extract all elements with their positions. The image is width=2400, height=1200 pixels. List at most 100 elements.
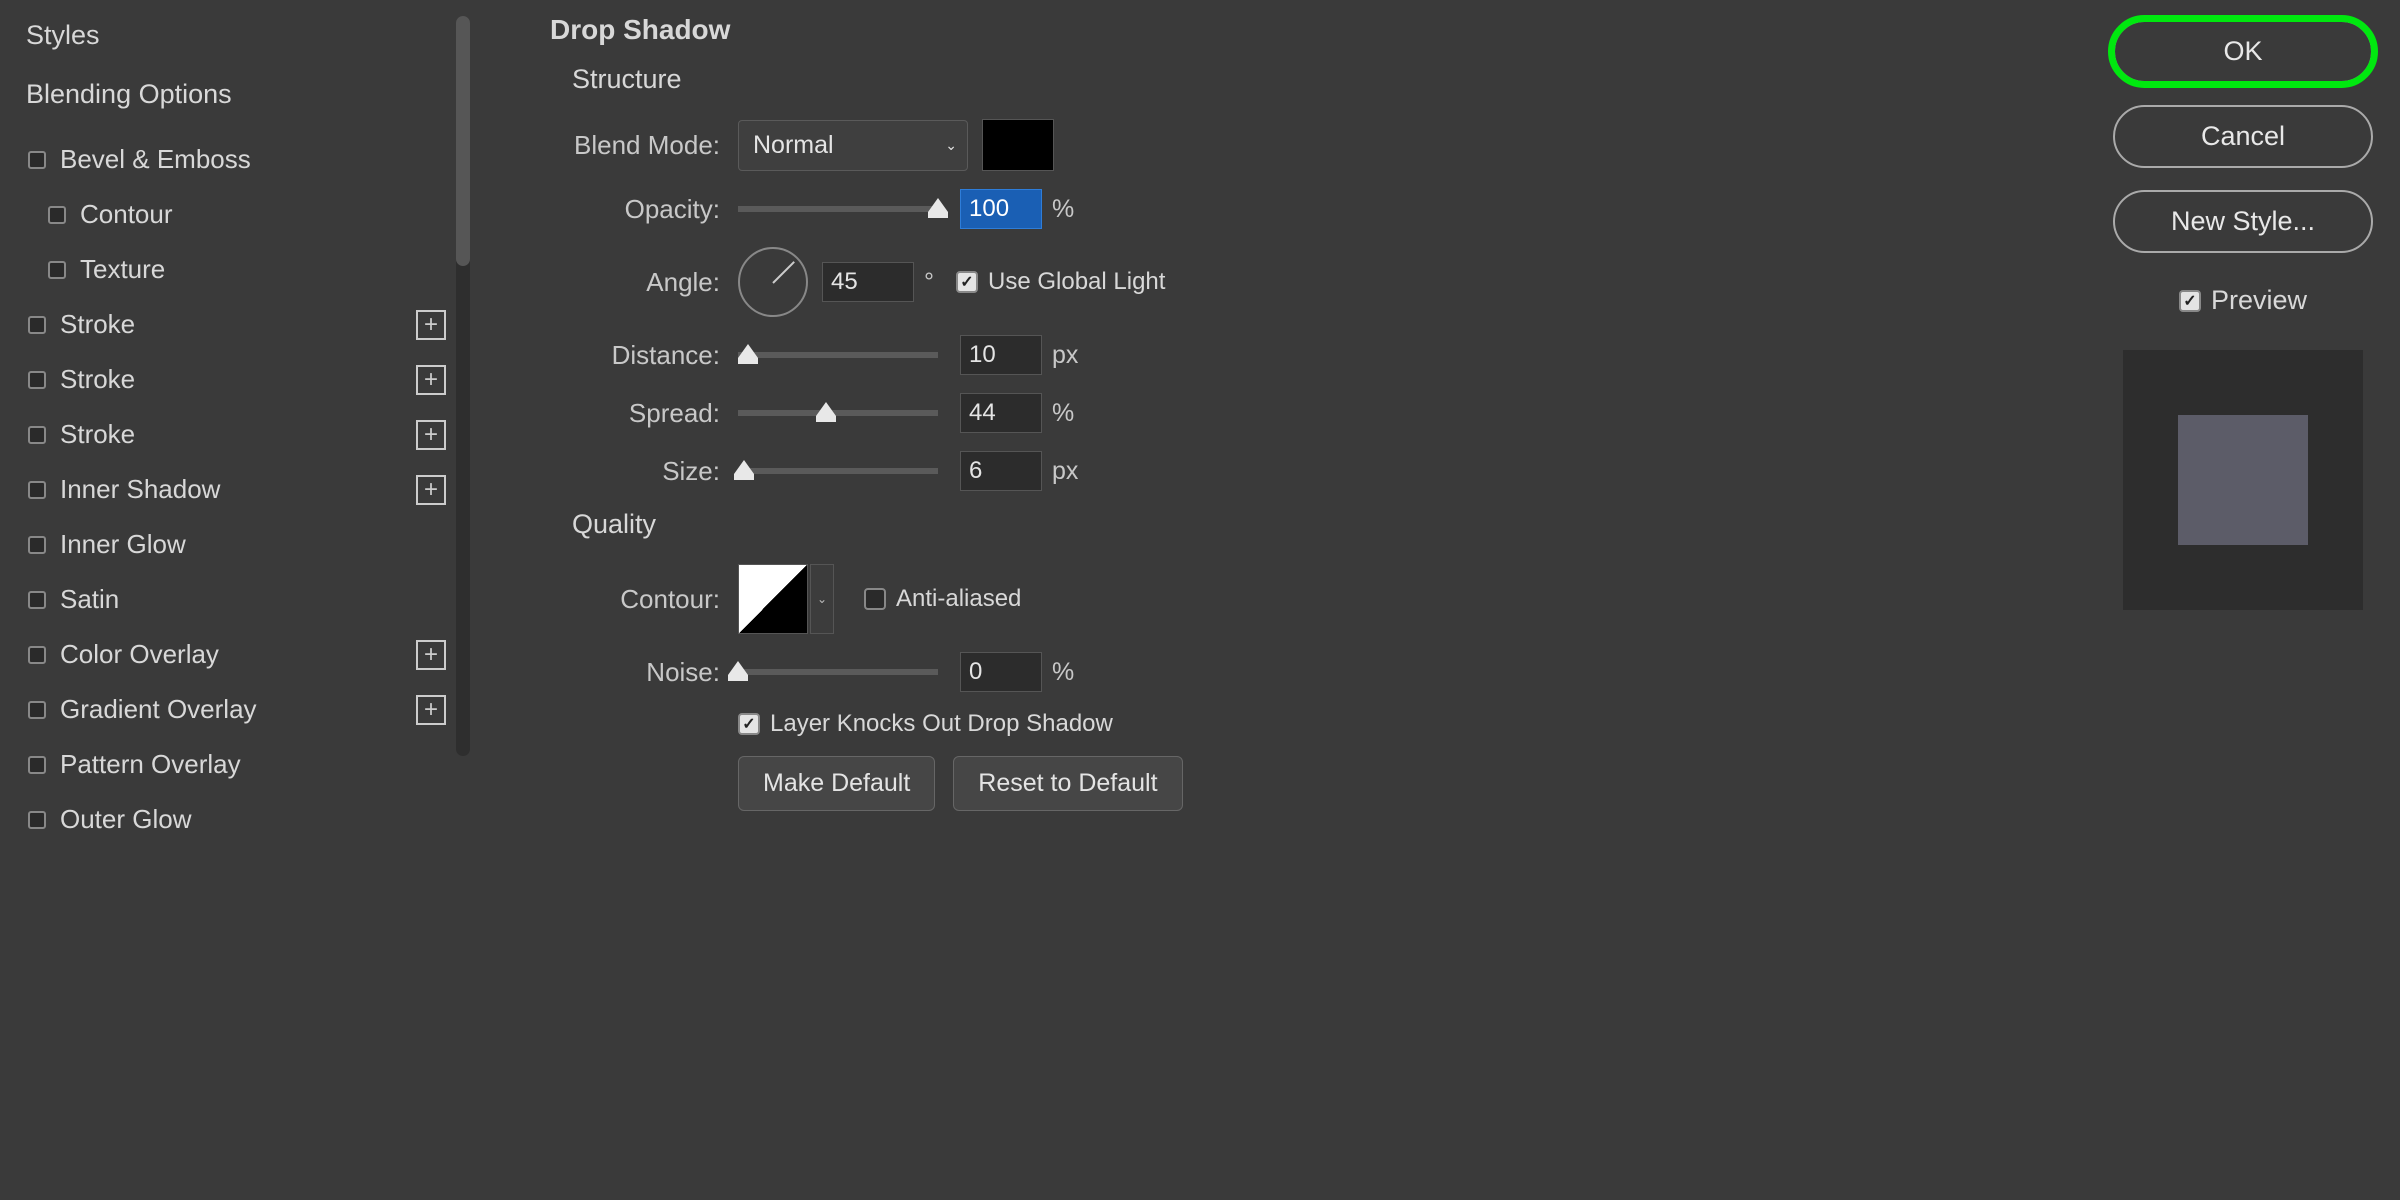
style-checkbox[interactable] (28, 371, 46, 389)
blend-mode-select[interactable]: Normal ⌄ (738, 120, 968, 171)
style-checkbox[interactable] (48, 261, 66, 279)
make-default-button[interactable]: Make Default (738, 756, 935, 811)
style-item-texture[interactable]: Texture (20, 242, 460, 297)
style-checkbox[interactable] (48, 206, 66, 224)
noise-input[interactable] (960, 652, 1042, 692)
noise-slider[interactable] (738, 669, 938, 675)
opacity-slider[interactable] (738, 206, 938, 212)
style-label: Stroke (60, 364, 416, 395)
use-global-light-checkbox[interactable] (956, 271, 978, 293)
new-style-button[interactable]: New Style... (2113, 190, 2373, 253)
cancel-button[interactable]: Cancel (2113, 105, 2373, 168)
add-effect-button[interactable]: + (416, 695, 446, 725)
style-label: Pattern Overlay (60, 749, 452, 780)
add-effect-button[interactable]: + (416, 365, 446, 395)
anti-aliased-label: Anti-aliased (896, 585, 1021, 613)
distance-input[interactable] (960, 335, 1042, 375)
sidebar-scrollbar[interactable] (456, 16, 470, 756)
slider-thumb[interactable] (738, 344, 758, 364)
style-checkbox[interactable] (28, 426, 46, 444)
reset-default-button[interactable]: Reset to Default (953, 756, 1182, 811)
slider-thumb[interactable] (728, 661, 748, 681)
angle-label: Angle: (550, 267, 720, 298)
shadow-color-swatch[interactable] (982, 119, 1054, 171)
style-label: Color Overlay (60, 639, 416, 670)
style-item-satin[interactable]: Satin (20, 572, 460, 627)
angle-input[interactable] (822, 262, 914, 302)
style-item-bevel-emboss[interactable]: Bevel & Emboss (20, 132, 460, 187)
style-item-contour[interactable]: Contour (20, 187, 460, 242)
style-item-inner-shadow[interactable]: Inner Shadow+ (20, 462, 460, 517)
slider-thumb[interactable] (816, 402, 836, 422)
dialog-actions: OK Cancel New Style... Preview (2100, 0, 2400, 1200)
use-global-light-label: Use Global Light (988, 268, 1165, 296)
scrollbar-thumb[interactable] (456, 16, 470, 266)
chevron-down-icon: ⌄ (945, 137, 957, 154)
percent-unit: % (1052, 658, 1074, 687)
style-label: Gradient Overlay (60, 694, 416, 725)
px-unit: px (1052, 457, 1078, 486)
structure-heading: Structure (572, 64, 2070, 95)
style-checkbox[interactable] (28, 151, 46, 169)
percent-unit: % (1052, 399, 1074, 428)
style-item-color-overlay[interactable]: Color Overlay+ (20, 627, 460, 682)
knockout-checkbox[interactable] (738, 713, 760, 735)
contour-label: Contour: (550, 584, 720, 615)
noise-label: Noise: (550, 657, 720, 688)
angle-dial[interactable] (738, 247, 808, 317)
style-checkbox[interactable] (28, 701, 46, 719)
style-checkbox[interactable] (28, 591, 46, 609)
panel-title: Drop Shadow (550, 14, 2070, 46)
knockout-label: Layer Knocks Out Drop Shadow (770, 710, 1113, 738)
style-label: Stroke (60, 419, 416, 450)
style-label: Outer Glow (60, 804, 452, 835)
style-checkbox[interactable] (28, 811, 46, 829)
style-label: Stroke (60, 309, 416, 340)
style-checkbox[interactable] (28, 756, 46, 774)
style-item-stroke[interactable]: Stroke+ (20, 352, 460, 407)
ok-button[interactable]: OK (2113, 20, 2373, 83)
style-item-stroke[interactable]: Stroke+ (20, 407, 460, 462)
style-checkbox[interactable] (28, 536, 46, 554)
contour-swatch[interactable] (738, 564, 808, 634)
style-checkbox[interactable] (28, 316, 46, 334)
style-label: Contour (80, 199, 452, 230)
opacity-input[interactable] (960, 189, 1042, 229)
blend-mode-label: Blend Mode: (550, 130, 720, 161)
style-label: Inner Shadow (60, 474, 416, 505)
percent-unit: % (1052, 195, 1074, 224)
blend-mode-value: Normal (753, 131, 834, 160)
distance-label: Distance: (550, 340, 720, 371)
size-input[interactable] (960, 451, 1042, 491)
contour-dropdown[interactable]: ⌄ (810, 564, 834, 634)
style-item-inner-glow[interactable]: Inner Glow (20, 517, 460, 572)
degree-unit: ° (924, 268, 934, 297)
anti-aliased-checkbox[interactable] (864, 588, 886, 610)
blending-options-header[interactable]: Blending Options (26, 79, 460, 110)
add-effect-button[interactable]: + (416, 640, 446, 670)
px-unit: px (1052, 341, 1078, 370)
style-item-pattern-overlay[interactable]: Pattern Overlay (20, 737, 460, 792)
style-checkbox[interactable] (28, 481, 46, 499)
opacity-label: Opacity: (550, 194, 720, 225)
style-label: Bevel & Emboss (60, 144, 452, 175)
add-effect-button[interactable]: + (416, 475, 446, 505)
spread-input[interactable] (960, 393, 1042, 433)
style-label: Inner Glow (60, 529, 452, 560)
slider-thumb[interactable] (928, 198, 948, 218)
spread-slider[interactable] (738, 410, 938, 416)
style-item-stroke[interactable]: Stroke+ (20, 297, 460, 352)
add-effect-button[interactable]: + (416, 310, 446, 340)
spread-label: Spread: (550, 398, 720, 429)
preview-swatch (2178, 415, 2308, 545)
style-label: Satin (60, 584, 452, 615)
style-item-outer-glow[interactable]: Outer Glow (20, 792, 460, 847)
size-slider[interactable] (738, 468, 938, 474)
slider-thumb[interactable] (734, 460, 754, 480)
distance-slider[interactable] (738, 352, 938, 358)
preview-checkbox[interactable] (2179, 290, 2201, 312)
style-checkbox[interactable] (28, 646, 46, 664)
styles-sidebar: Styles Blending Options Bevel & EmbossCo… (0, 0, 470, 1200)
add-effect-button[interactable]: + (416, 420, 446, 450)
style-item-gradient-overlay[interactable]: Gradient Overlay+ (20, 682, 460, 737)
